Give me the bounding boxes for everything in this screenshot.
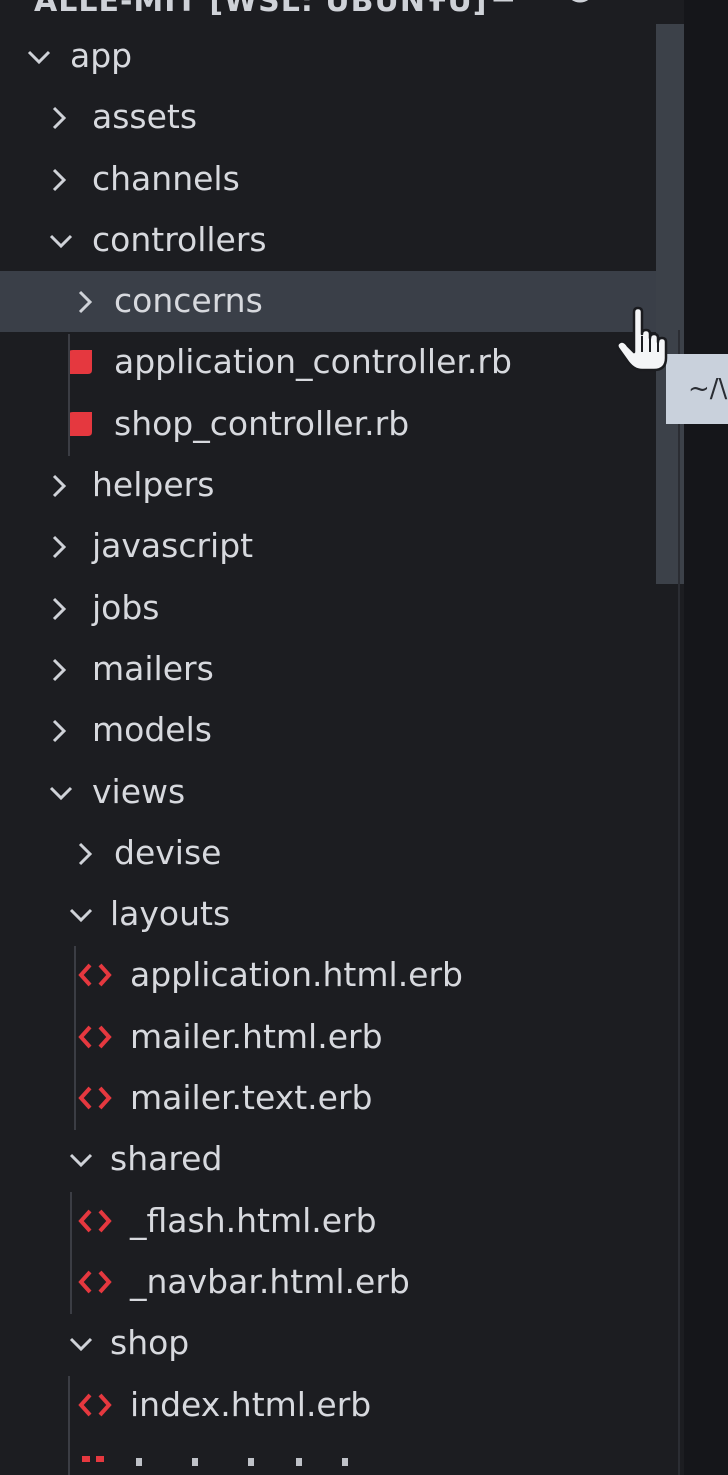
tree-item-label: _navbar.html.erb [130,1261,410,1301]
chevron-down-icon[interactable] [46,228,73,254]
tree-item-label: index.html.erb [130,1384,372,1424]
refresh-icon[interactable] [563,0,597,16]
file-row-flash-html-erb[interactable]: _flash.html.erb [0,1191,660,1252]
editor-edge [684,0,728,1475]
new-folder-icon[interactable] [491,0,525,16]
chevron-right-icon[interactable] [46,105,72,131]
tree-item-label: views [92,771,186,811]
file-row-mailer-text-erb[interactable]: mailer.text.erb [0,1068,660,1129]
tree-item-label: application.html.erb [130,955,463,995]
file-tree: app assets channels controllers concerns appl… [0,26,660,1436]
html-code-icon [78,1391,112,1419]
chevron-down-icon[interactable] [66,1331,93,1357]
chevron-right-icon[interactable] [46,167,72,193]
file-explorer: ALLE-MIT [WSL: UBUNTU] app assets channels… [0,0,728,1475]
html-code-icon [78,1023,112,1051]
folder-row-shared[interactable]: shared [0,1129,660,1190]
file-row-shop-controller-rb[interactable]: shop_controller.rb [0,394,660,455]
header-actions [425,0,675,16]
folder-row-shop[interactable]: shop [0,1313,660,1374]
folder-row-mailers[interactable]: mailers [0,639,660,700]
tree-item-label: controllers [92,219,267,259]
folder-row-concerns[interactable]: concerns [0,271,660,333]
folder-row-javascript[interactable]: javascript [0,516,660,577]
chevron-right-icon[interactable] [46,657,72,683]
file-row-application-controller-rb[interactable]: application_controller.rb [0,332,660,393]
folder-row-app[interactable]: app [0,26,660,87]
hand-cursor-icon [614,306,670,376]
chevron-down-icon[interactable] [46,780,73,806]
chevron-down-icon[interactable] [24,44,51,70]
tree-item-label: jobs [92,587,160,627]
new-file-icon[interactable] [425,0,459,16]
tree-item-label: concerns [114,281,263,321]
tree-item-label: shared [110,1139,223,1179]
folder-row-views[interactable]: views [0,762,660,823]
chevron-right-icon[interactable] [72,841,98,867]
folder-row-helpers[interactable]: helpers [0,455,660,516]
chevron-down-icon[interactable] [66,902,93,928]
folder-row-controllers[interactable]: controllers [0,210,660,271]
tree-item-label: models [92,710,212,750]
html-code-icon [78,1268,112,1296]
indent-guide-layouts [74,946,76,1130]
tree-item-label: channels [92,158,240,198]
html-code-icon [78,961,112,989]
path-tooltip: ~/\ [666,354,728,424]
tree-item-label: application_controller.rb [114,342,512,382]
tree-item-label: shop_controller.rb [114,403,410,443]
folder-row-layouts[interactable]: layouts [0,884,660,945]
indent-guide-shared [70,1192,72,1314]
indent-guide-controllers [68,334,70,456]
chevron-right-icon[interactable] [46,534,72,560]
tree-item-label: devise [114,832,222,872]
tree-item-label: app [70,36,133,75]
tree-item-label: mailer.text.erb [130,1078,373,1118]
tree-item-label: helpers [92,465,215,505]
tree-item-label: layouts [110,894,231,934]
tree-item-label: javascript [92,526,254,566]
file-row-navbar-html-erb[interactable]: _navbar.html.erb [0,1252,660,1313]
file-row-mailer-html-erb[interactable]: mailer.html.erb [0,1007,660,1068]
chevron-down-icon[interactable] [66,1147,93,1173]
file-row-application-html-erb[interactable]: application.html.erb [0,945,660,1006]
folder-row-channels[interactable]: channels [0,149,660,210]
tree-item-label: _flash.html.erb [130,1200,377,1240]
html-code-icon [78,1084,112,1112]
folder-row-devise[interactable]: devise [0,823,660,884]
chevron-right-icon[interactable] [46,473,72,499]
collapse-all-icon[interactable] [631,0,665,16]
workspace-title: ALLE-MIT [WSL: UBUNTU] [34,0,488,19]
tree-item-label: mailer.html.erb [130,1016,383,1056]
explorer-header: ALLE-MIT [WSL: UBUNTU] [0,0,728,24]
tree-item-label: shop [110,1323,190,1363]
folder-row-jobs[interactable]: jobs [0,578,660,639]
chevron-right-icon[interactable] [46,596,72,622]
tree-item-label: mailers [92,648,214,688]
partially-visible-row [80,1448,380,1468]
indent-guide-shop [68,1376,70,1475]
file-row-index-html-erb[interactable]: index.html.erb [0,1375,660,1436]
panel-divider [678,330,680,1475]
chevron-right-icon[interactable] [46,718,72,744]
html-code-icon [78,1207,112,1235]
chevron-right-icon[interactable] [72,289,98,315]
folder-row-models[interactable]: models [0,700,660,761]
folder-row-assets[interactable]: assets [0,87,660,148]
tree-item-label: assets [92,97,198,137]
